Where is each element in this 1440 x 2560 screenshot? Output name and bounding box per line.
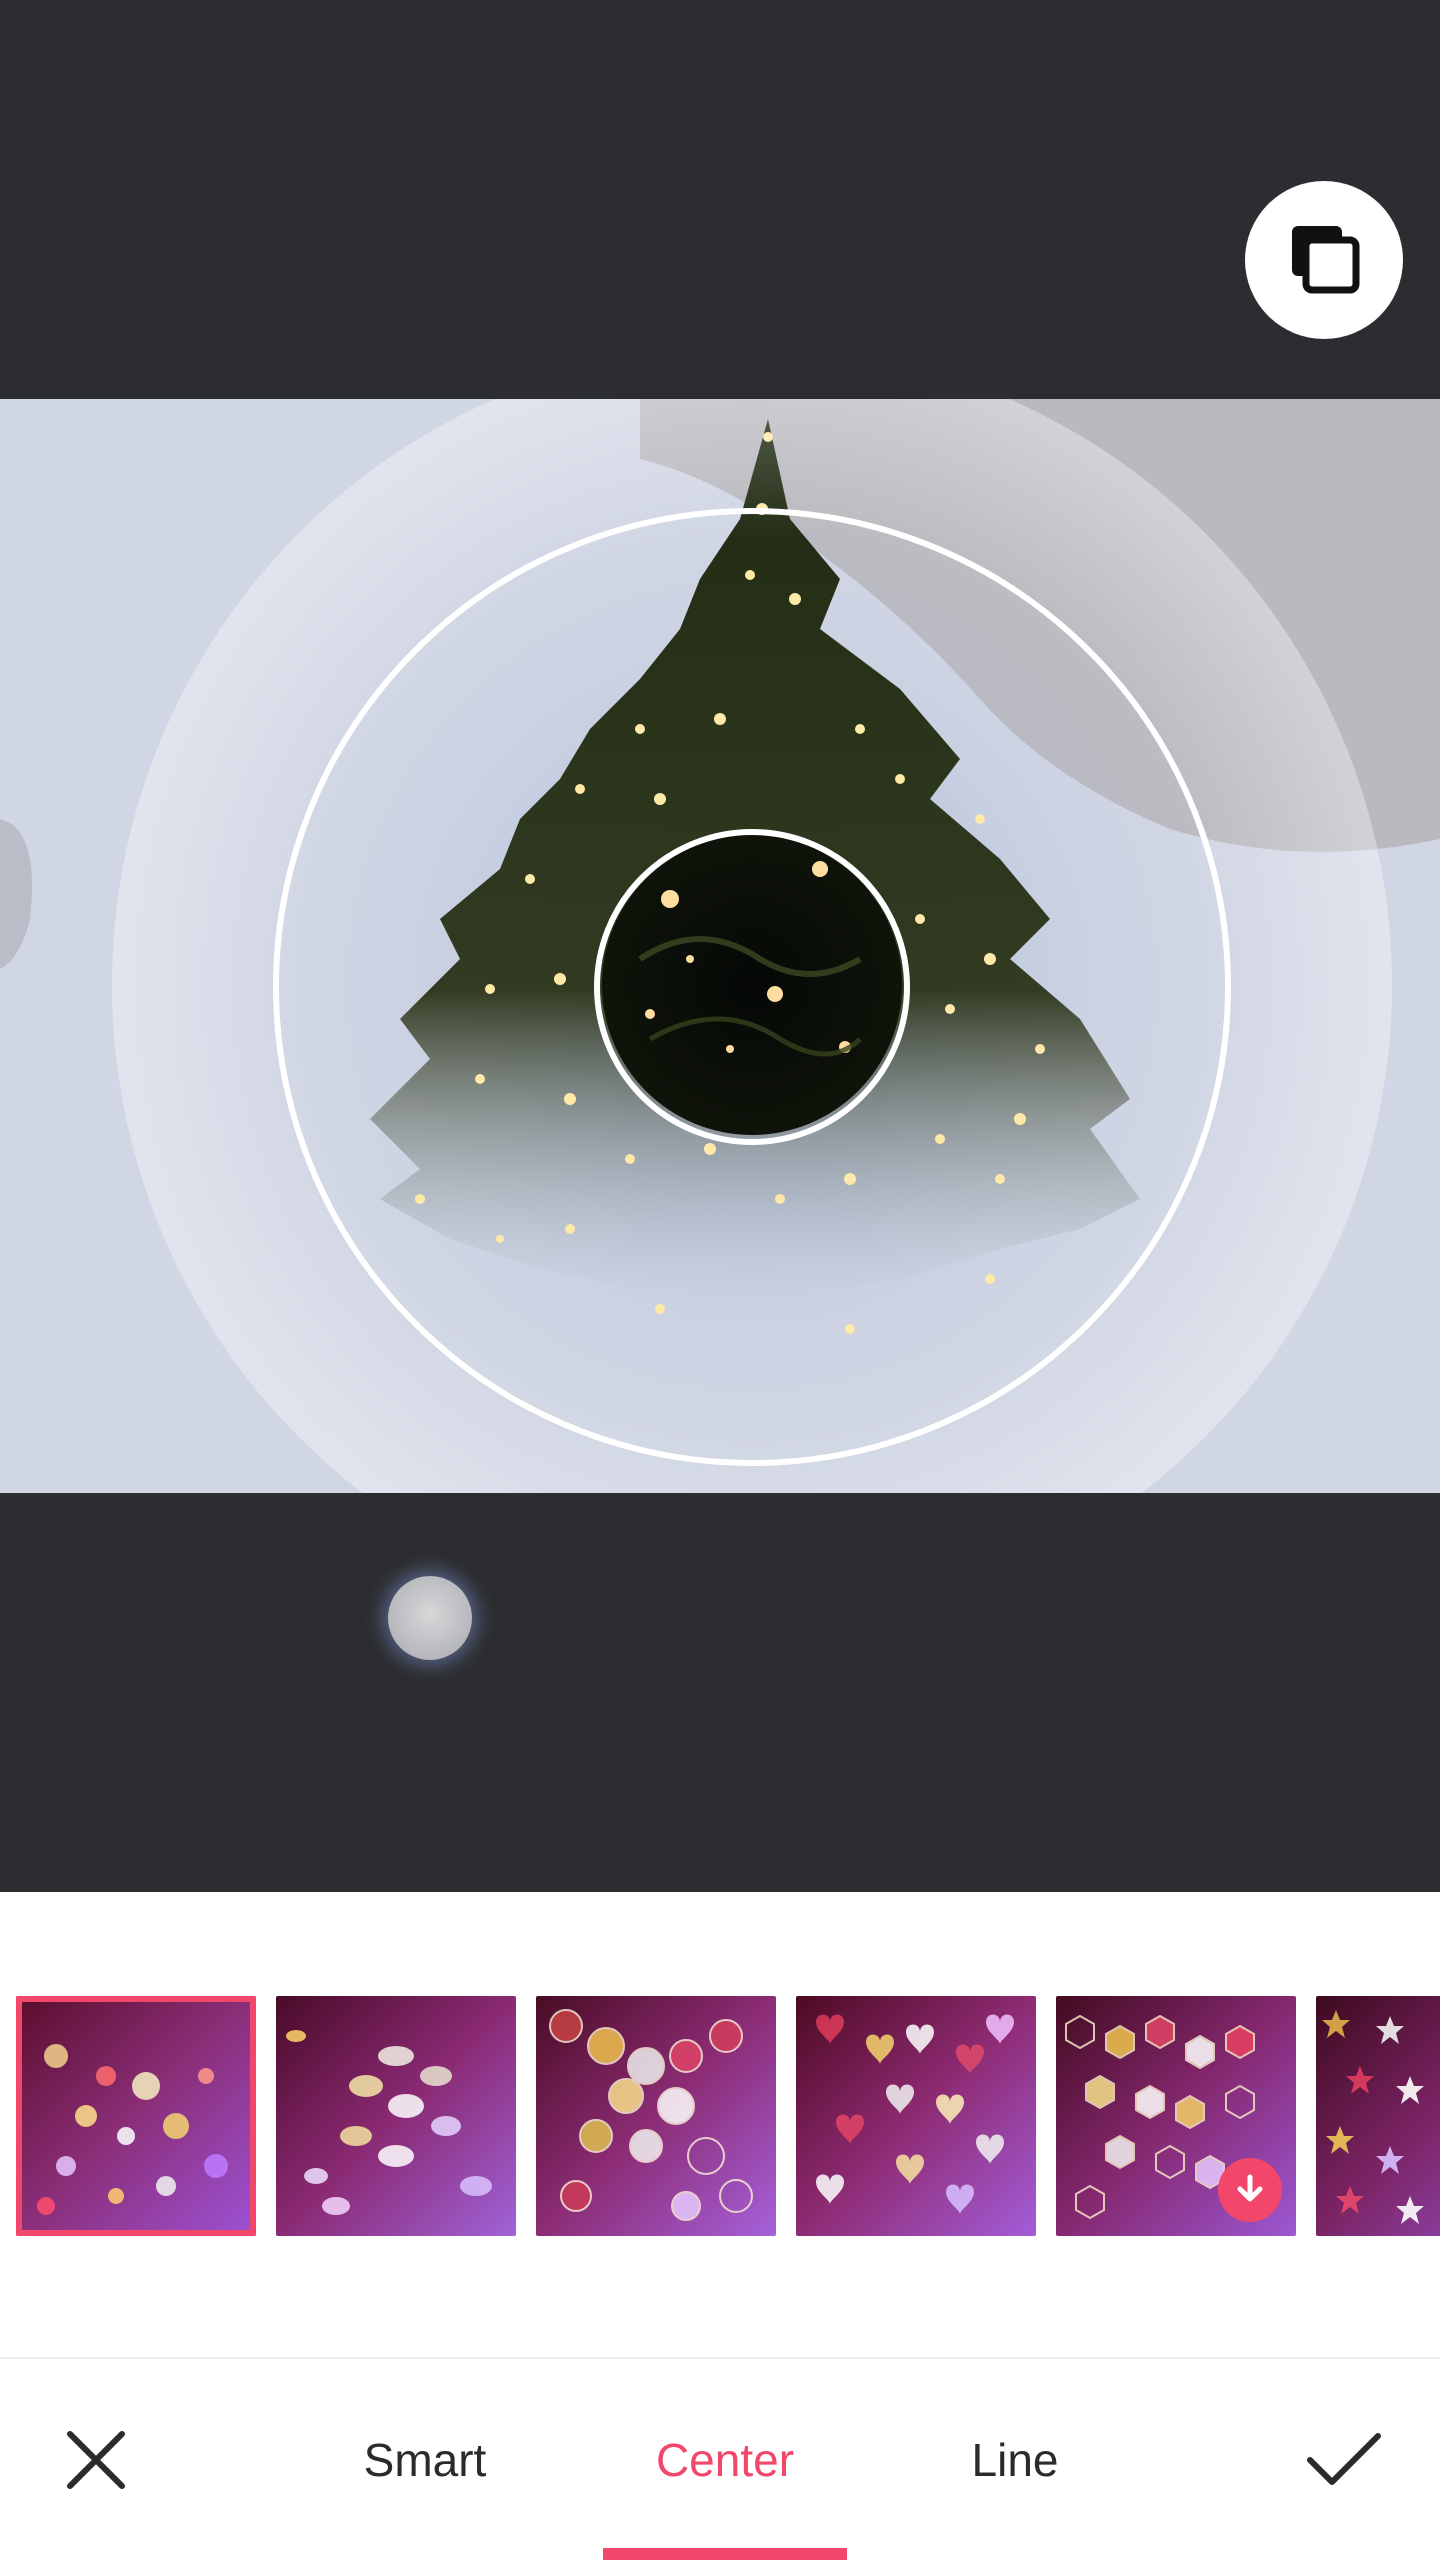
filter-thumb-bokeh-stars[interactable]: [1316, 1996, 1440, 2236]
adjust-area: [0, 1493, 1440, 1892]
bokeh-dots-preview: [16, 1996, 256, 2236]
filter-thumb-bokeh-swirl[interactable]: [276, 1996, 516, 2236]
bottom-panel: Smart Center Line: [0, 1892, 1440, 2560]
top-bar: [0, 0, 1440, 399]
christmas-tree-photo: [0, 399, 1440, 1493]
compare-button[interactable]: [1245, 181, 1403, 339]
download-badge[interactable]: [1218, 2158, 1282, 2222]
bokeh-swirl-preview: [276, 1996, 516, 2236]
active-tab-indicator: [603, 2548, 847, 2560]
cancel-button[interactable]: [26, 2359, 166, 2560]
bokeh-hexagon-circles-preview: [536, 1996, 776, 2236]
blur-intensity-slider-handle[interactable]: [388, 1576, 472, 1660]
filter-list[interactable]: [0, 1996, 1440, 2238]
tab-smart-label: Smart: [363, 2433, 487, 2486]
tab-smart[interactable]: Smart: [330, 2359, 520, 2560]
bokeh-hearts-preview: [796, 1996, 1036, 2236]
tab-line[interactable]: Line: [920, 2359, 1110, 2560]
tab-center[interactable]: Center: [620, 2359, 830, 2560]
filter-thumb-bokeh-dots[interactable]: [16, 1996, 256, 2236]
filter-thumb-bokeh-hearts[interactable]: [796, 1996, 1036, 2236]
check-icon: [1307, 2432, 1381, 2485]
compare-layers-icon: [1292, 226, 1360, 294]
bokeh-stars-preview: [1316, 1996, 1440, 2236]
filter-thumb-bokeh-hexagons[interactable]: [1056, 1996, 1296, 2236]
filter-thumb-bokeh-hexagon-circles[interactable]: [536, 1996, 776, 2236]
download-arrow-icon: [1237, 2174, 1263, 2202]
photo-canvas[interactable]: [0, 399, 1440, 1493]
tab-center-label: Center: [655, 2433, 795, 2486]
confirm-button[interactable]: [1274, 2359, 1414, 2560]
bottom-toolbar: Smart Center Line: [0, 2359, 1440, 2560]
close-icon: [67, 2430, 125, 2489]
tab-line-label: Line: [971, 2433, 1059, 2486]
